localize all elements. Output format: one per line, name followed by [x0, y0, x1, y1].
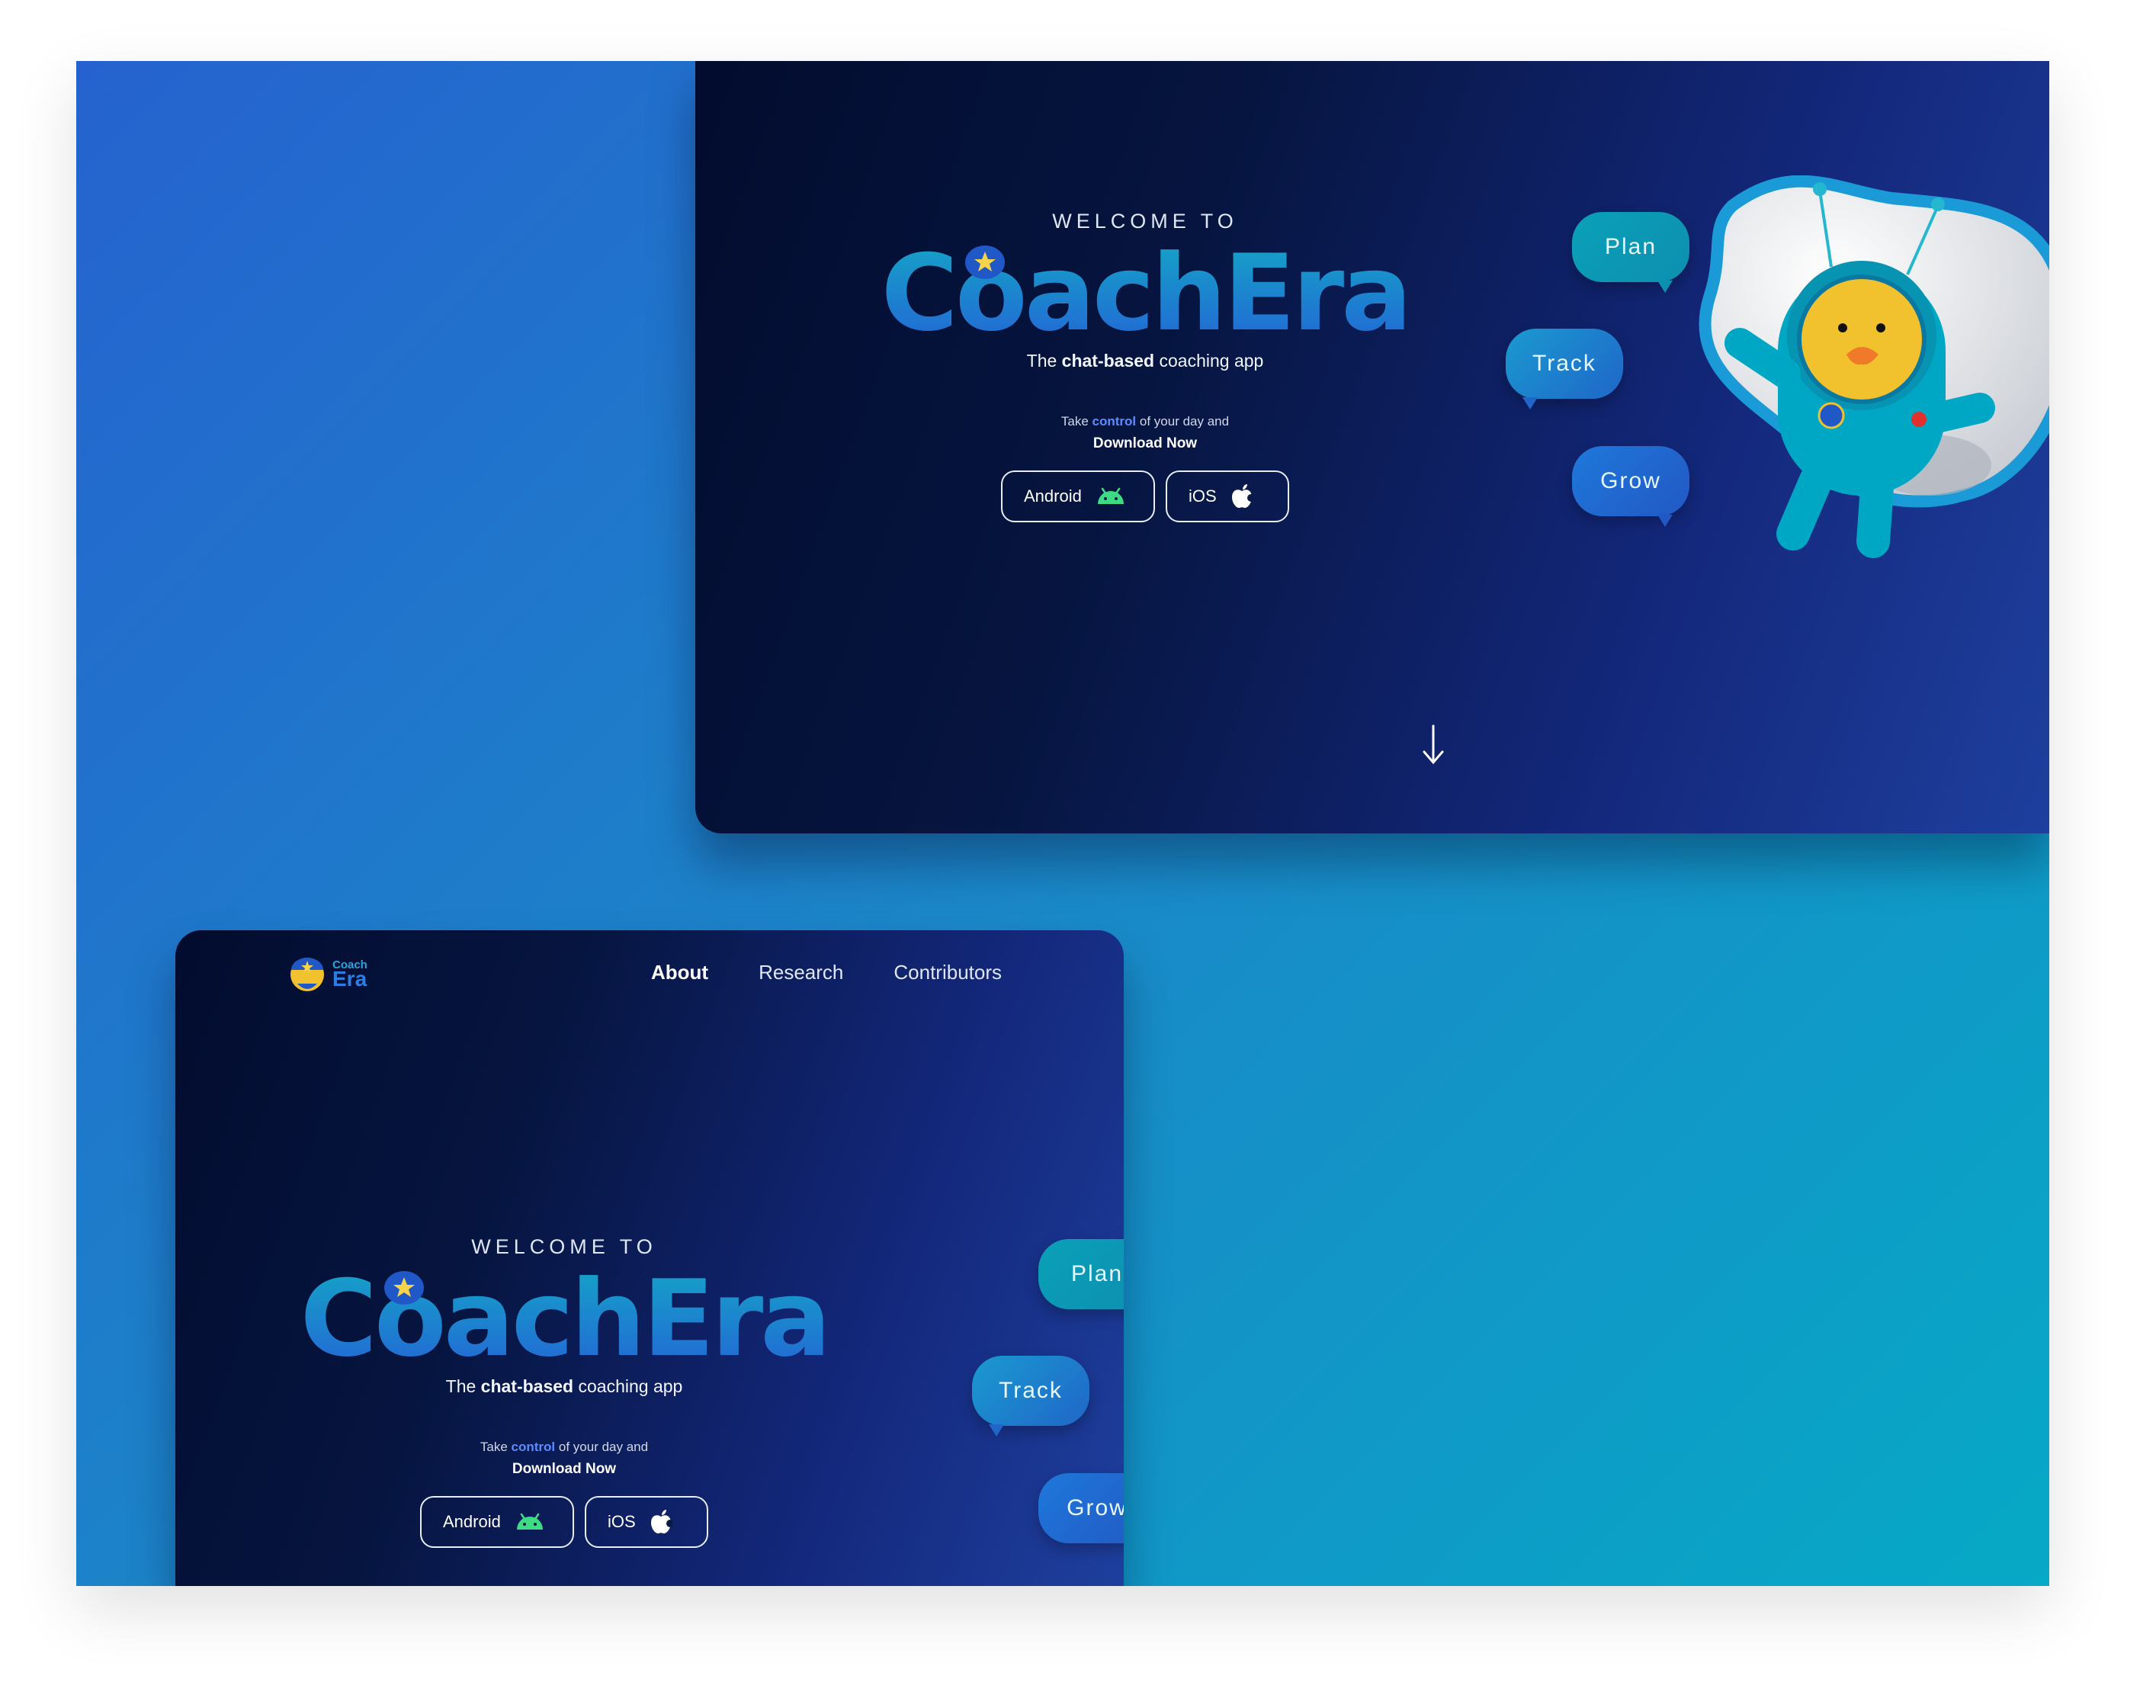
welcome-heading: WELCOME TO [1052, 210, 1238, 233]
ios-download-button[interactable]: iOS [585, 1496, 708, 1548]
welcome-heading: WELCOME TO [471, 1235, 657, 1258]
track-bubble: Track [1506, 329, 1623, 409]
android-label: Android [443, 1512, 501, 1531]
brand-text: CoachEra [300, 1265, 829, 1372]
ios-download-button[interactable]: iOS [1166, 470, 1289, 522]
store-buttons: Android iOS [878, 470, 1412, 522]
site-logo[interactable]: Coach Era [287, 952, 367, 997]
grow-bubble: Grow [1572, 446, 1689, 527]
astronaut-duck-mascot [1699, 175, 2049, 558]
landing-nav-panel: Coach Era About Research Contributors WE… [175, 930, 1124, 1586]
main-nav: About Research Contributors [651, 961, 1002, 984]
ios-label: iOS [608, 1512, 636, 1531]
hero-section: WELCOME TO CoachEra The chat-based coach… [297, 1235, 831, 1548]
brand-text: CoachEra [881, 239, 1410, 346]
nav-item-contributors[interactable]: Contributors [894, 961, 1002, 984]
tagline: The chat-based coaching app [445, 1376, 683, 1396]
ios-label: iOS [1189, 486, 1217, 506]
logo-wordmark: Coach Era [332, 958, 367, 991]
brand-wordmark: CoachEra [878, 239, 1412, 346]
download-now-label: Download Now [512, 1461, 617, 1477]
android-icon [516, 1513, 543, 1530]
landing-hero-panel: WELCOME TO CoachEra The chat-based coach… [695, 61, 2049, 833]
apple-icon [1231, 484, 1253, 509]
hero-section: WELCOME TO CoachEra The chat-based coach… [878, 210, 1412, 522]
android-download-button[interactable]: Android [1001, 470, 1155, 522]
cap-star-icon [965, 246, 1005, 279]
android-icon [1097, 487, 1124, 504]
plan-bubble: Plan [1038, 1239, 1124, 1309]
plan-bubble: Plan [1572, 212, 1689, 293]
store-buttons: Android iOS [297, 1496, 831, 1548]
coachera-logo-icon [290, 958, 324, 991]
cap-star-icon [384, 1271, 424, 1305]
arrow-down-icon[interactable] [1418, 723, 1449, 769]
android-download-button[interactable]: Android [420, 1496, 574, 1548]
download-now-label: Download Now [1092, 435, 1198, 451]
apple-icon [650, 1510, 672, 1534]
cta-text: Take control of your day and [480, 1440, 649, 1454]
brand-wordmark: CoachEra [297, 1265, 831, 1372]
nav-item-about[interactable]: About [651, 961, 708, 984]
grow-bubble: Grow [1038, 1473, 1124, 1543]
android-label: Android [1024, 486, 1082, 506]
nav-item-research[interactable]: Research [759, 961, 843, 984]
track-bubble: Track [972, 1356, 1089, 1437]
tagline: The chat-based coaching app [1026, 351, 1264, 371]
showcase-canvas: WELCOME TO CoachEra The chat-based coach… [76, 61, 2049, 1586]
cta-text: Take control of your day and [1060, 414, 1230, 429]
